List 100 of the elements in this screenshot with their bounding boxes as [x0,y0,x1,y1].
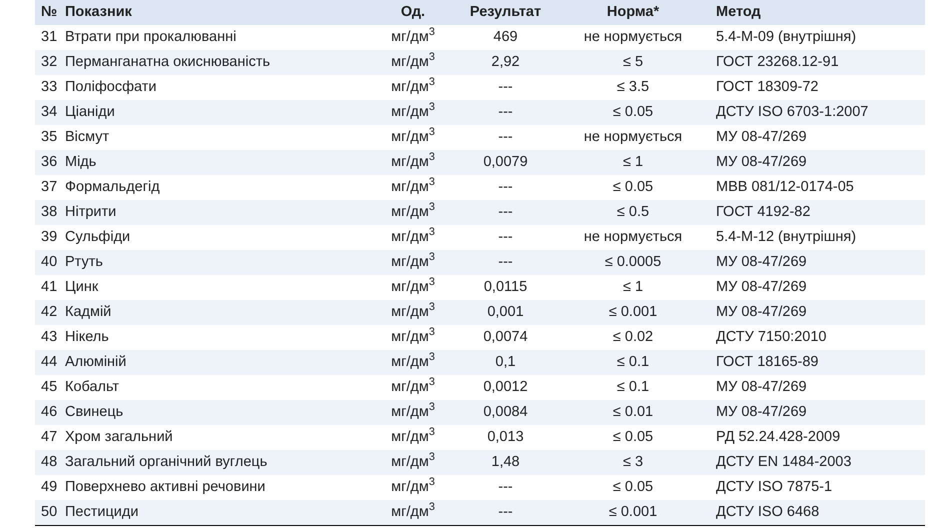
indicator-name: Сульфіди [64,228,132,247]
method-cell-text: ДСТУ ISO 7875-1 [715,478,834,497]
row-number: 43 [40,328,58,347]
unit-cell-text: мг/дм$^{3}$ [390,202,436,222]
result-cell-text: 0,0115 [482,278,528,297]
row-number: 39 [40,228,58,247]
result-cell-text: 469 [492,28,519,47]
indicator-name: Мідь [64,152,98,172]
row-number: 41 [40,278,58,297]
row-number: 48 [40,452,58,472]
unit-cell-text: мг/дм$^{3}$ [390,226,436,247]
row-number: 44 [40,352,58,372]
unit-cell-text: мг/дм$^{3}$ [390,476,436,497]
indicator-name: Нікель [64,328,110,347]
method-cell-text: МВВ 081/12-0174-05 [715,178,855,197]
indicator-name: Перманганатна окиснюваність [64,52,272,72]
method-cell-text: МУ 08-47/269 [715,378,808,397]
indicator-name: Свинець [64,402,124,422]
row-number: 31 [40,28,58,47]
row-number: 36 [40,152,58,172]
row-number: 49 [40,478,58,497]
result-cell-text: 2,92 [490,52,521,72]
row-number: 50 [40,502,58,522]
result-cell-text: 1,48 [490,452,521,472]
norm-cell-text: ≤ 0.05 [612,178,654,197]
unit-cell-text: мг/дм$^{3}$ [390,26,436,47]
norm-cell-text: ≤ 0.1 [616,352,650,372]
unit-cell-text: мг/дм$^{3}$ [390,426,436,447]
method-cell-text: МУ 08-47/269 [715,302,808,322]
unit-cell-text: мг/дм$^{3}$ [390,126,436,147]
row-number: 37 [40,178,58,197]
unit-cell-text: мг/дм$^{3}$ [390,102,436,122]
norm-cell-text: ≤ 0.01 [612,402,654,422]
row-number: 46 [40,402,58,422]
norm-cell-text: ≤ 0.05 [612,102,654,122]
row-number: 33 [40,78,58,97]
norm-cell-text: ≤ 3.5 [616,78,650,97]
result-cell-text: --- [497,478,514,497]
method-cell-text: 5.4-М-12 (внутрішня) [715,228,858,247]
norm-cell-text: ≤ 5 [622,52,644,72]
result-cell-text: 0,1 [494,352,517,372]
indicator-name: Поліфосфати [64,78,158,97]
method-cell-text: ГОСТ 23268.12-91 [715,52,840,72]
unit-cell-text: мг/дм$^{3}$ [390,502,436,522]
norm-cell-text: ≤ 0.1 [616,378,650,397]
unit-cell-text: мг/дм$^{3}$ [390,52,436,72]
result-cell-text: --- [497,178,514,197]
norm-cell-text: ≤ 1 [622,278,644,297]
indicator-name: Загальний органічний вуглець [64,452,268,472]
norm-cell-text: ≤ 0.02 [612,328,654,347]
indicator-header: Показник [64,2,133,22]
row-number: 45 [40,378,58,397]
unit-cell-text: мг/дм$^{3}$ [390,452,436,472]
method-cell-text: МУ 08-47/269 [715,278,808,297]
method-cell-text: ГОСТ 18165-89 [715,352,820,372]
norm-cell-text: ≤ 0.05 [612,478,654,497]
result-cell-text: 0,0084 [482,402,529,422]
norm-cell-text: не нормується [582,228,684,247]
method-cell-text: МУ 08-47/269 [715,152,808,172]
method-cell-text: РД 52.24.428-2009 [715,428,842,447]
unit-cell-text: мг/дм$^{3}$ [390,252,436,272]
row-number: 32 [40,52,58,72]
result-cell-text: --- [497,252,514,272]
indicator-name: Хром загальний [64,428,174,447]
method-cell-text: ДСТУ EN 1484-2003 [715,452,852,472]
row-number: 47 [40,428,58,447]
indicator-name: Формальдегід [64,178,161,197]
result-cell-text: --- [497,102,514,122]
norm-cell-text: ≤ 0.0005 [604,252,662,272]
norm-cell-text: ≤ 0.001 [608,302,658,322]
row-number: 40 [40,252,58,272]
unit-cell-text: мг/дм$^{3}$ [390,302,436,322]
result-cell-text: --- [497,228,514,247]
indicator-name: Ртуть [64,252,104,272]
norm-cell-text: не нормується [582,128,684,147]
unit-cell-text: мг/дм$^{3}$ [390,76,436,97]
norm-header: Норма* [606,2,660,22]
indicator-name: Вісмут [64,128,110,147]
norm-cell-text: ≤ 1 [622,152,644,172]
result-header: Результат [468,2,542,22]
result-cell-text: 0,0074 [482,328,529,347]
row-number: 38 [40,202,58,222]
method-cell-text: МУ 08-47/269 [715,128,808,147]
norm-cell-text: ≤ 0.001 [608,502,658,522]
method-cell-text: МУ 08-47/269 [715,252,808,272]
row-number: 42 [40,302,58,322]
method-header: Метод [715,2,762,22]
indicator-name: Алюміній [64,352,128,372]
norm-cell-text: ≤ 0.05 [612,428,654,447]
result-cell-text: 0,0079 [482,152,529,172]
indicator-name: Пестициди [64,502,140,522]
method-cell-text: МУ 08-47/269 [715,402,808,422]
indicator-name: Кадмій [64,302,112,322]
norm-cell-text: ≤ 3 [622,452,644,472]
result-cell-text: --- [497,202,514,222]
norm-cell-text: не нормується [582,28,684,47]
indicator-name: Ціаніди [64,102,116,122]
indicator-name: Поверхнево активні речовини [64,478,266,497]
unit-cell-text: мг/дм$^{3}$ [390,152,436,172]
method-cell-text: ГОСТ 4192-82 [715,202,812,222]
